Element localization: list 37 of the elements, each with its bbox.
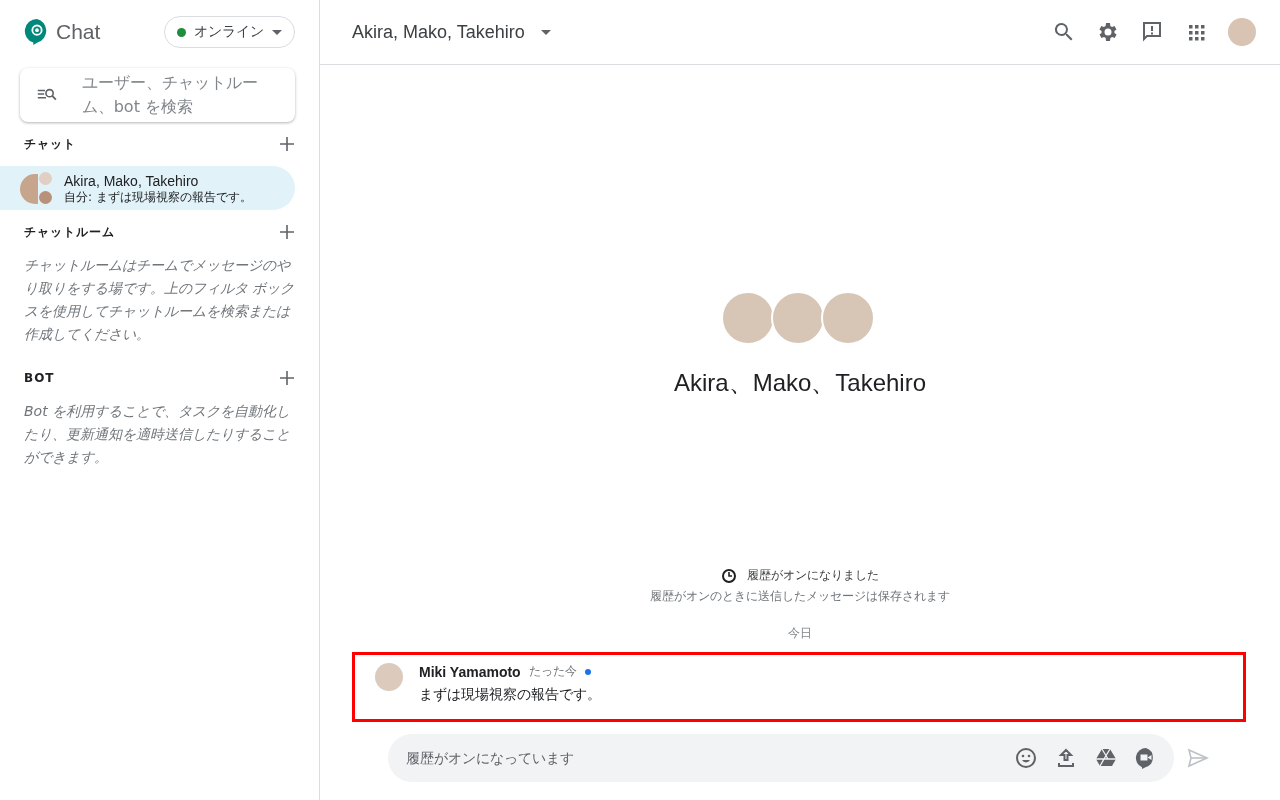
- conversation-title-button[interactable]: Akira, Mako, Takehiro: [352, 21, 551, 43]
- emoji-button[interactable]: [1014, 746, 1038, 770]
- plus-icon: [279, 136, 295, 152]
- add-button[interactable]: [279, 224, 295, 240]
- send-icon: [1186, 746, 1210, 770]
- message-text: まずは現場視察の報告です。: [419, 686, 601, 704]
- section-title: チャット: [24, 135, 76, 153]
- add-button[interactable]: [279, 136, 295, 152]
- section-description: Bot を利用することで、タスクを自動化したり、更新通知を適時送信したりすることができます。: [23, 402, 292, 467]
- message-preview: 自分: まずは現場視察の報告です。: [64, 189, 252, 205]
- caret-icon: [540, 29, 551, 35]
- conversation-item[interactable]: Akira, Mako, Takehiro 自分: まずは現場視察の報告です。: [0, 166, 295, 210]
- date-divider: 今日: [788, 625, 812, 642]
- app-name: Chat: [56, 20, 101, 44]
- emoji-icon: [1014, 746, 1038, 770]
- section-title: BOT: [24, 371, 55, 385]
- history-note: 履歴がオンのときに送信したメッセージは保存されます: [650, 588, 950, 605]
- message-field[interactable]: 履歴がオンになっています: [388, 734, 1174, 782]
- status-dropdown[interactable]: オンライン: [164, 16, 295, 48]
- message-time: たった今: [528, 663, 577, 680]
- message-author: Miki Yamamoto: [419, 663, 521, 680]
- message-input[interactable]: 履歴がオンになっています: [404, 745, 998, 771]
- section-title: チャットルーム: [24, 223, 115, 241]
- add-button[interactable]: [279, 370, 295, 386]
- history-title: 履歴がオンになりました: [747, 567, 879, 584]
- section-description: チャットルームはチームでメッセージのやり取りをする場です。上のフィルタ ボックスを使用してチャットルームを検索または作成してください。: [23, 256, 296, 344]
- conversation-heading: Akira、Mako、Takehiro: [673, 368, 927, 398]
- caret-icon: [272, 29, 282, 35]
- plus-icon: [279, 224, 295, 240]
- feedback-button[interactable]: [1140, 20, 1164, 44]
- conversation-name: Akira, Mako, Takehiro: [64, 171, 200, 190]
- search-field[interactable]: ユーザー、チャットルーム、bot を検索: [20, 68, 295, 122]
- history-icon: [721, 567, 737, 584]
- avatar: [375, 663, 403, 691]
- group-avatar: [20, 172, 52, 204]
- plus-icon: [279, 370, 295, 386]
- feedback-icon: [1140, 20, 1164, 44]
